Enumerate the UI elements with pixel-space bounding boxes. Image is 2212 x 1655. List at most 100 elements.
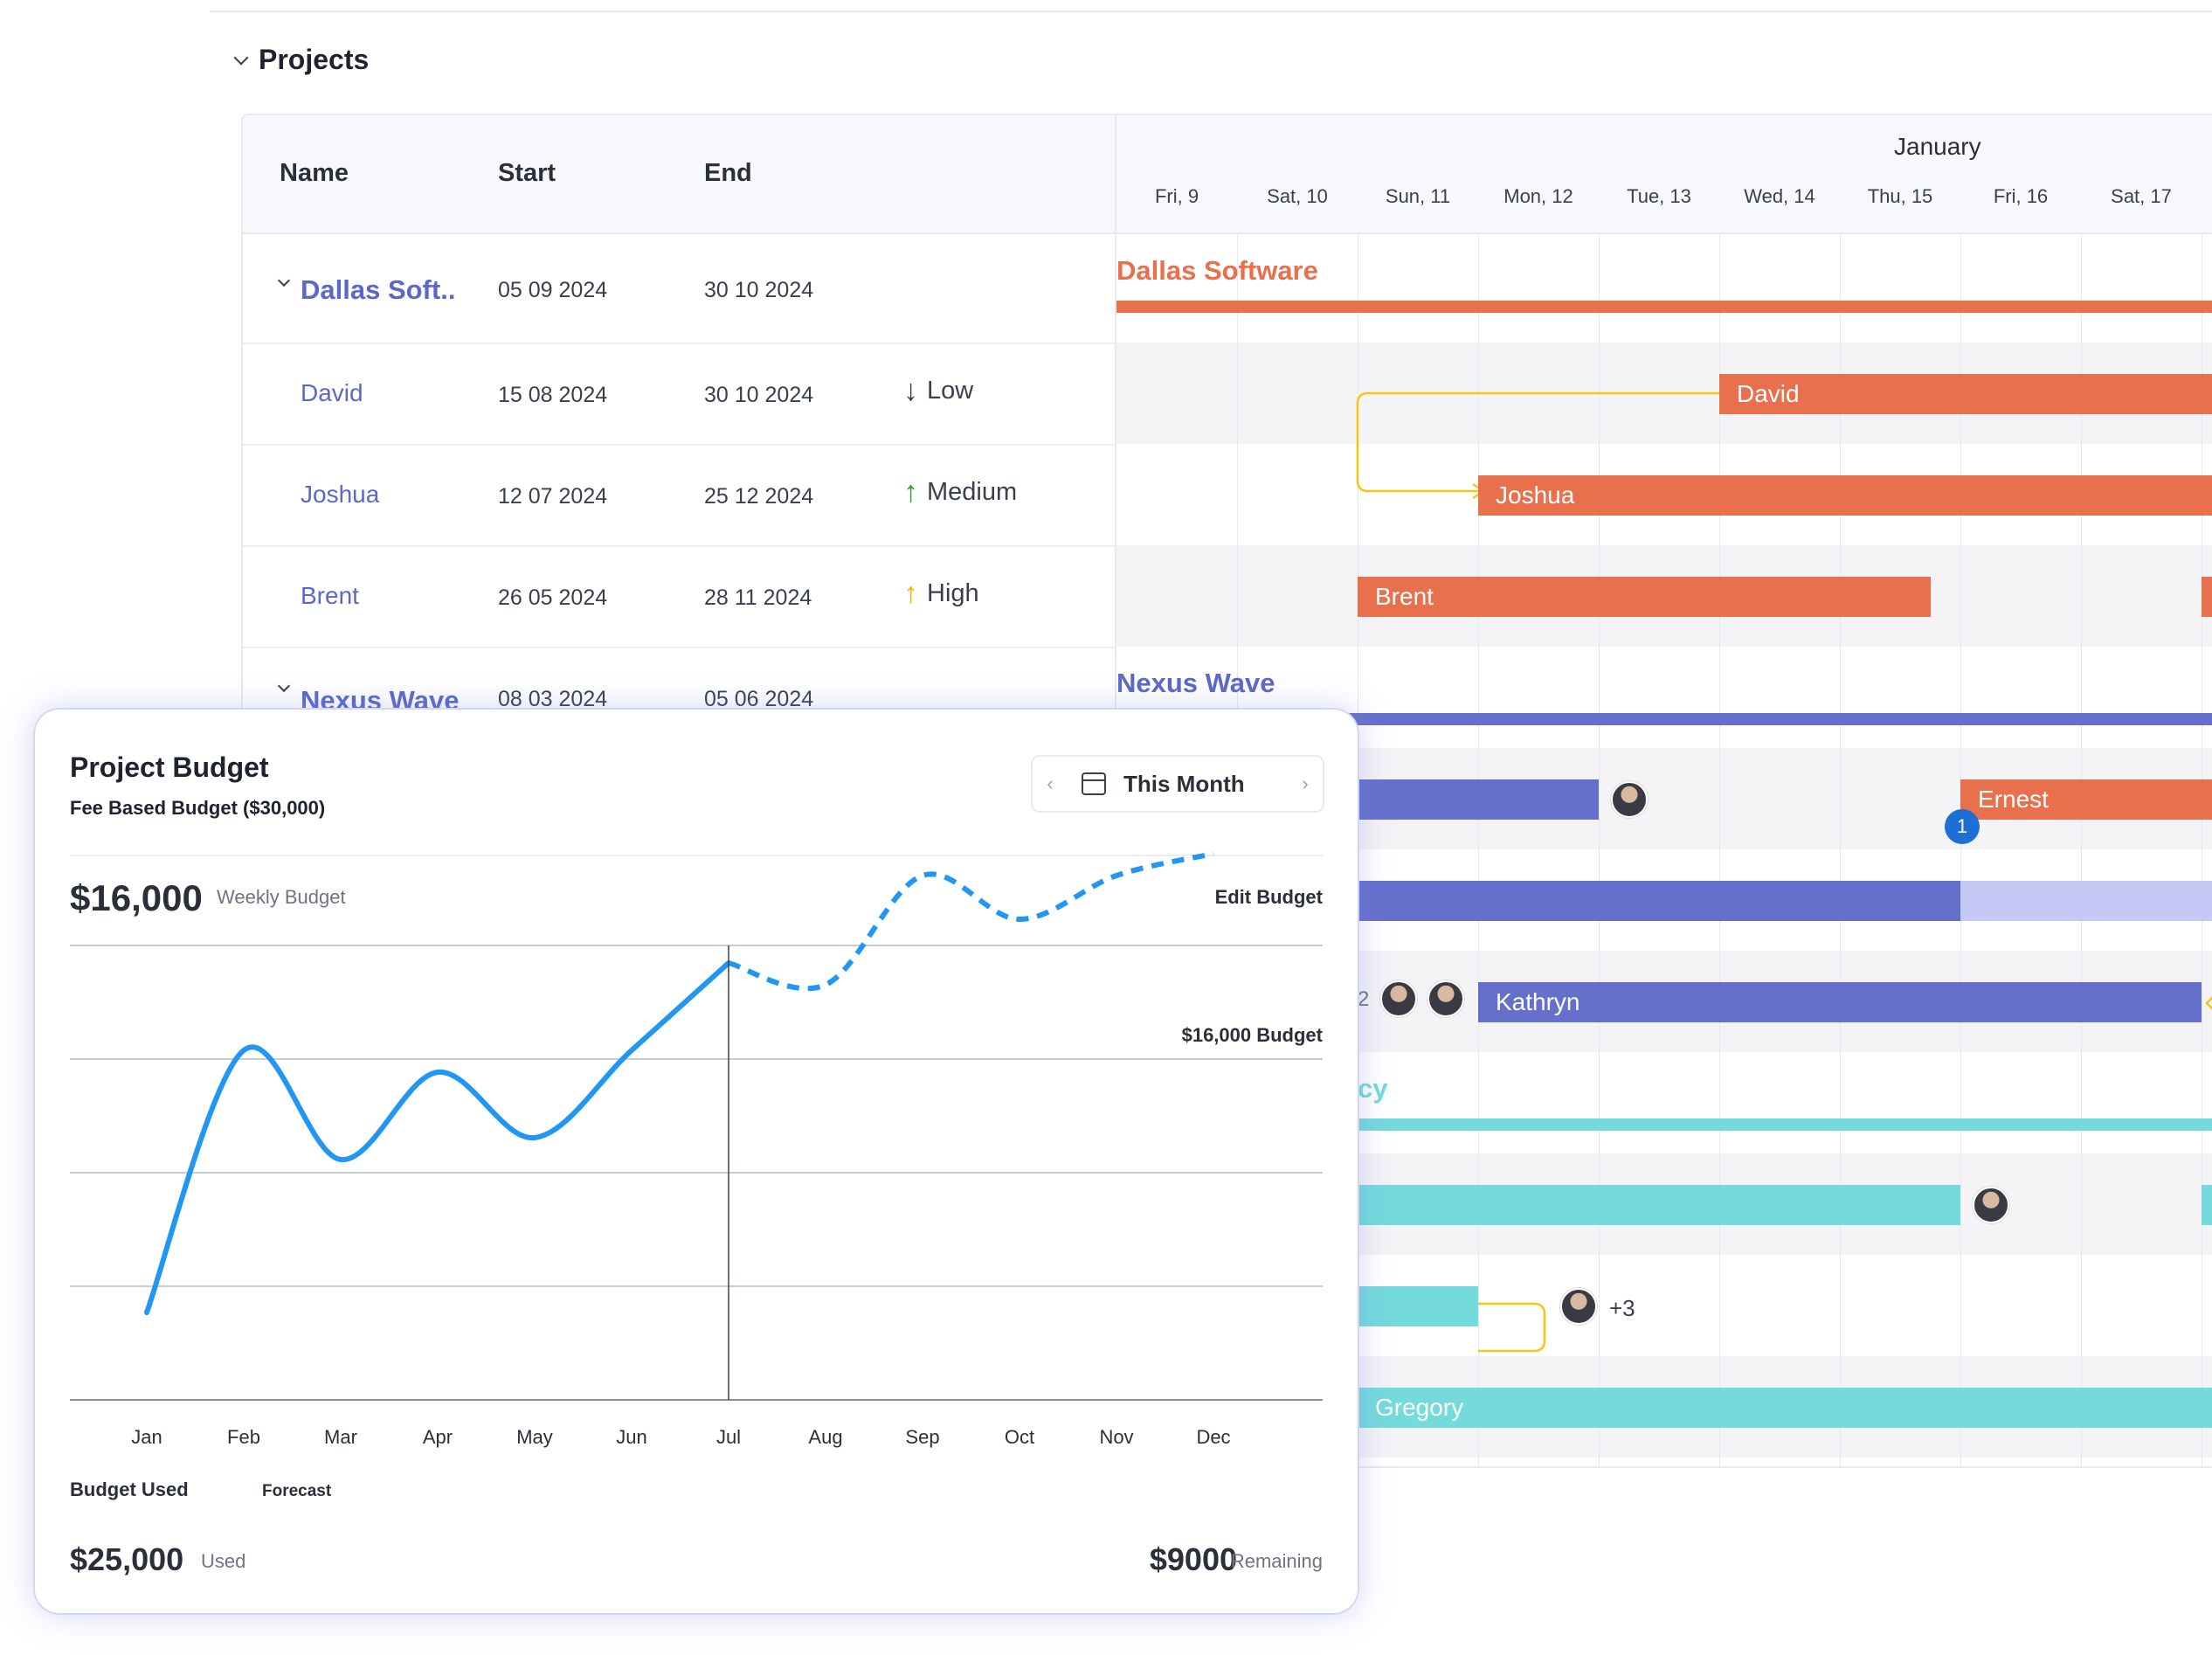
task-bar-blue-long[interactable]	[1358, 881, 1960, 921]
grid-line	[1960, 234, 1961, 1466]
x-tick-label: Aug	[808, 1426, 842, 1448]
used-amount: $25,000	[70, 1541, 184, 1577]
column-header-name[interactable]: Name	[280, 159, 349, 188]
avatar[interactable]	[1380, 980, 1417, 1017]
group-name[interactable]: Dallas Soft..	[301, 274, 455, 306]
bar-label: Gregory	[1375, 1394, 1464, 1421]
avatar[interactable]	[1611, 781, 1648, 818]
x-tick-label: Dec	[1196, 1426, 1230, 1448]
chevron-down-icon[interactable]	[233, 50, 249, 65]
day-label: Thu, 15	[1867, 185, 1933, 207]
table-row[interactable]: David 15 08 2024 30 10 2024 ↓ Low	[243, 344, 1116, 446]
end-date: 30 10 2024	[704, 278, 814, 302]
column-header-end[interactable]: End	[704, 159, 752, 188]
group-bar-dallas[interactable]	[1116, 301, 2212, 313]
period-selector[interactable]: ‹ This Month ›	[1031, 755, 1324, 813]
day-label: Fri, 16	[1993, 185, 2049, 207]
task-name[interactable]: Brent	[301, 582, 359, 610]
start-date: 26 05 2024	[498, 585, 608, 610]
chevron-down-icon[interactable]	[277, 274, 291, 287]
group-label-dallas: Dallas Software	[1116, 255, 1318, 286]
start-date: 08 03 2024	[498, 687, 608, 711]
x-tick-label: Oct	[1005, 1426, 1034, 1448]
remaining-label: Remaining	[1230, 1550, 1323, 1572]
task-bar-brent[interactable]: Brent	[1358, 577, 1931, 617]
day-label: Sat, 10	[1267, 185, 1328, 207]
task-name[interactable]: Joshua	[301, 481, 379, 509]
priority: ↓ Low	[903, 376, 973, 405]
task-bar-blue[interactable]	[1358, 779, 1599, 820]
assignee-count: 2	[1358, 987, 1370, 1011]
table-header: Name Start End	[243, 115, 1116, 234]
day-label: Sun, 11	[1385, 185, 1451, 207]
day-label: Wed, 14	[1744, 185, 1815, 207]
grid-line	[2081, 234, 2082, 1466]
used-label: Used	[201, 1550, 246, 1572]
legend-forecast: Forecast	[262, 1482, 332, 1500]
task-bar-ernest[interactable]: Ernest	[1960, 779, 2212, 820]
end-date: 28 11 2024	[704, 585, 812, 610]
bar-label: Brent	[1375, 583, 1434, 610]
gantt-header: January Fri, 9 Sat, 10 Sun, 11 Mon, 12 T…	[1116, 115, 2212, 234]
table-row[interactable]: Brent 26 05 2024 28 11 2024 ↑ High	[243, 547, 1116, 648]
card-subtitle: Fee Based Budget ($30,000)	[70, 797, 326, 819]
group-bar-cyan[interactable]	[1358, 1118, 2212, 1131]
start-date: 05 09 2024	[498, 278, 608, 302]
task-bar-gregory[interactable]: Gregory	[1358, 1388, 2212, 1428]
chevron-right-icon[interactable]: ›	[1288, 772, 1323, 795]
card-title: Project Budget	[70, 751, 269, 783]
end-date: 25 12 2024	[704, 484, 814, 509]
section-title: Projects	[259, 44, 370, 75]
task-bar-cyan-short[interactable]	[1358, 1286, 1478, 1326]
arrow-up-icon: ↑	[903, 577, 918, 610]
day-label: Tue, 13	[1627, 185, 1691, 207]
avatar[interactable]	[1973, 1187, 2009, 1223]
bar-label: Joshua	[1496, 481, 1575, 509]
task-bar-kathryn[interactable]: Kathryn	[1478, 982, 2202, 1022]
remaining-amount: $9000	[1149, 1541, 1237, 1577]
table-row[interactable]: Joshua 12 07 2024 25 12 2024 ↑ Medium	[243, 446, 1116, 547]
table-row[interactable]: Dallas Soft.. 05 09 2024 30 10 2024	[243, 234, 1116, 344]
dependency-arrow-icon	[2205, 996, 2212, 1010]
priority: ↑ Medium	[903, 477, 1017, 507]
project-budget-card: Project Budget Fee Based Budget ($30,000…	[35, 710, 1358, 1613]
projects-section-header[interactable]: Projects	[233, 44, 370, 76]
series-line-budget-used	[144, 960, 731, 1315]
bar-label: Kathryn	[1496, 988, 1580, 1015]
task-bar-progress-remaining[interactable]	[1960, 881, 2212, 921]
priority-label: Medium	[927, 477, 1018, 506]
x-tick-label: Nov	[1099, 1426, 1133, 1448]
priority-label: Low	[927, 376, 974, 405]
end-date: 30 10 2024	[704, 383, 814, 407]
start-date: 12 07 2024	[498, 484, 608, 509]
avatar[interactable]	[1560, 1288, 1597, 1325]
x-tick-label: Feb	[227, 1426, 260, 1448]
count-badge[interactable]: 1	[1945, 809, 1980, 844]
calendar-icon	[1082, 772, 1106, 795]
x-tick-label: Jul	[716, 1426, 741, 1448]
start-date: 15 08 2024	[498, 383, 608, 407]
task-bar-david[interactable]: David	[1719, 374, 2212, 414]
day-label: Fri, 9	[1154, 185, 1199, 207]
period-label[interactable]: This Month	[1106, 771, 1288, 798]
day-label: Mon, 12	[1503, 185, 1573, 207]
more-assignees[interactable]: +3	[1609, 1295, 1635, 1322]
budget-line-label: $16,000 Budget	[1182, 1024, 1323, 1046]
task-bar-cyan[interactable]	[1358, 1185, 1960, 1225]
task-bar-joshua[interactable]: Joshua	[1478, 475, 2212, 516]
dependency-connector	[1478, 1302, 1546, 1353]
task-bar-cyan-partial[interactable]	[2202, 1185, 2212, 1225]
grid-line	[1840, 234, 1841, 1466]
task-name[interactable]: David	[301, 379, 363, 407]
legend-budget-used: Budget Used	[70, 1478, 189, 1500]
chevron-down-icon[interactable]	[277, 679, 291, 693]
column-header-start[interactable]: Start	[498, 159, 556, 188]
series-line-forecast	[728, 851, 1214, 992]
chevron-left-icon[interactable]: ‹	[1033, 772, 1068, 795]
task-bar-partial[interactable]	[2202, 577, 2212, 617]
arrow-down-icon: ↓	[903, 374, 918, 407]
avatar[interactable]	[1427, 980, 1464, 1017]
priority: ↑ High	[903, 578, 979, 608]
bar-label: Ernest	[1978, 786, 2049, 813]
month-label: January	[1894, 133, 1981, 160]
